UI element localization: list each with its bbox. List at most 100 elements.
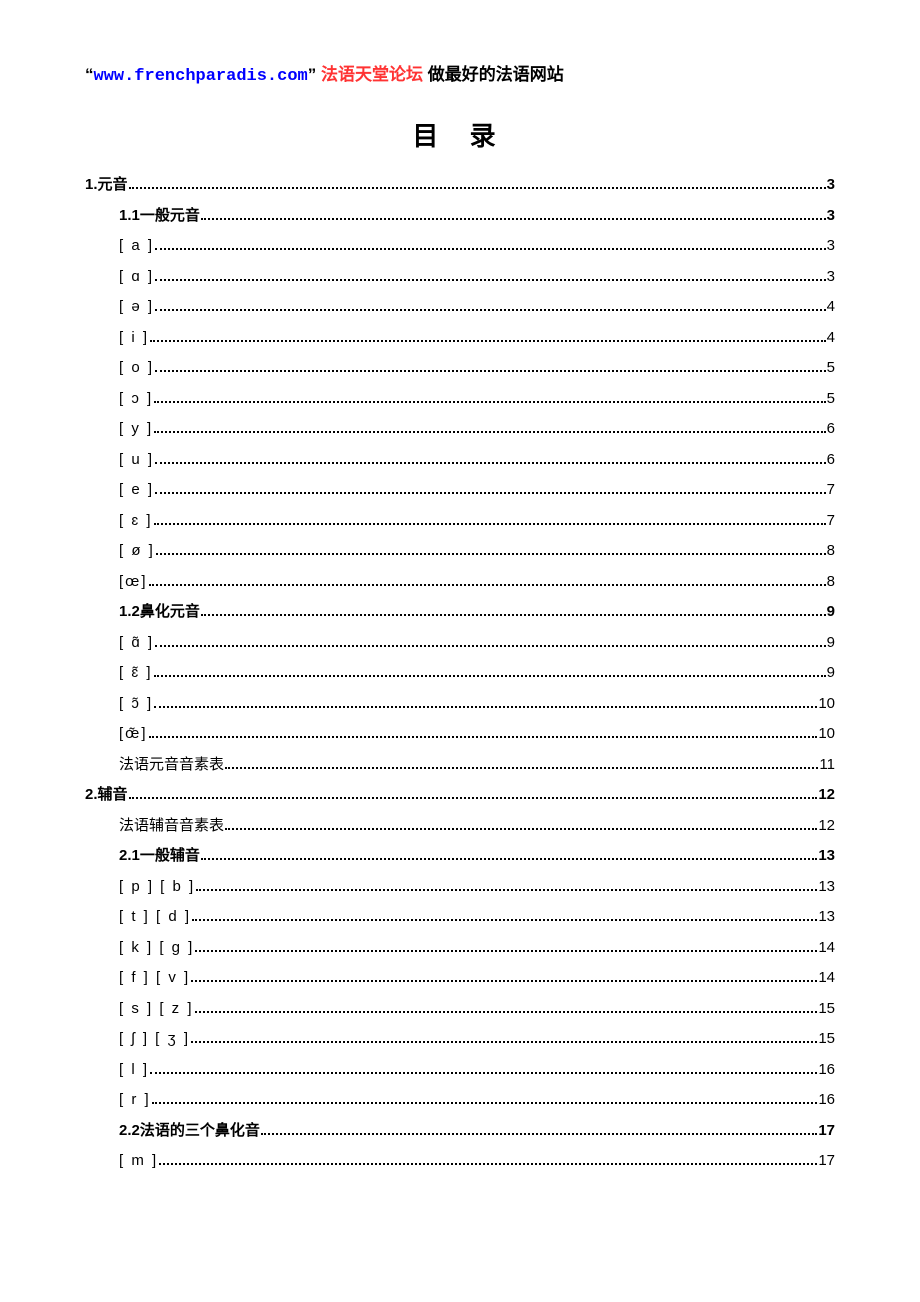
toc-leader-dots — [196, 889, 817, 891]
toc-row: [ ʃ ] [ ʒ ] 15 — [119, 1025, 835, 1054]
toc-page: 12 — [818, 812, 835, 841]
toc-label: [ k ] [ g ] — [119, 934, 194, 963]
toc-row: 法语辅音音素表 12 — [119, 812, 835, 841]
toc-page: 9 — [827, 598, 835, 627]
toc-row: [ ɔ ]5 — [119, 385, 835, 414]
toc-row: [ i ]4 — [119, 324, 835, 353]
toc-label: [ ɔ ] — [119, 385, 153, 414]
toc-leader-dots — [261, 1133, 817, 1135]
toc-leader-dots — [154, 431, 825, 433]
toc-number: 2. — [85, 781, 98, 810]
toc-page: 14 — [818, 934, 835, 963]
toc-leader-dots — [195, 950, 817, 952]
toc-label: [ ʃ ] [ ʒ ] — [119, 1025, 190, 1054]
toc-row: 2.2 法语的三个鼻化音17 — [119, 1117, 835, 1146]
toc-page: 6 — [827, 415, 835, 444]
toc-leader-dots — [154, 706, 817, 708]
toc-page: 8 — [827, 537, 835, 566]
toc-row: [ o ] 5 — [119, 354, 835, 383]
toc-label: 法语的三个鼻化音 — [140, 1117, 260, 1146]
toc-leader-dots — [201, 858, 817, 860]
toc-number: 2.1 — [119, 842, 140, 871]
toc-leader-dots — [152, 1102, 818, 1104]
toc-label: [ y ] — [119, 415, 153, 444]
toc-label: 法语辅音音素表 — [119, 812, 224, 841]
toc-leader-dots — [155, 645, 826, 647]
toc-row: 2. 辅音 12 — [85, 781, 835, 810]
toc-label: [ t ] [ d ] — [119, 903, 191, 932]
toc-label: [ ɑ ] — [119, 263, 154, 292]
toc-label: [ r ] — [119, 1086, 151, 1115]
toc-page: 3 — [827, 232, 835, 261]
toc-row: [ ɛ̃ ]9 — [119, 659, 835, 688]
toc-row: 法语元音音素表11 — [119, 751, 835, 780]
toc-row: 1. 元音3 — [85, 171, 835, 200]
page-header: “www.frenchparadis.com” 法语天堂论坛 做最好的法语网站 — [85, 60, 835, 86]
toc-leader-dots — [225, 828, 817, 830]
toc-row: [ t ] [ d ]13 — [119, 903, 835, 932]
toc-leader-dots — [155, 462, 826, 464]
toc-leader-dots — [149, 736, 818, 738]
toc-label: [ l ] — [119, 1056, 149, 1085]
toc-leader-dots — [156, 553, 826, 555]
toc-label: [ ə ] — [119, 293, 154, 322]
toc-page: 15 — [818, 1025, 835, 1054]
toc-row: [ ɛ ] 7 — [119, 507, 835, 536]
toc-leader-dots — [129, 797, 818, 799]
toc-page: 9 — [827, 659, 835, 688]
toc-label: [ o ] — [119, 354, 154, 383]
toc-label: [ u ] — [119, 446, 154, 475]
site-slogan: 做最好的法语网站 — [428, 65, 564, 84]
toc-label: [ ɛ ] — [119, 507, 153, 536]
toc-row: [ y ] 6 — [119, 415, 835, 444]
toc-leader-dots — [201, 218, 826, 220]
toc-leader-dots — [225, 767, 818, 769]
toc-label: [ s ] [ z ] — [119, 995, 194, 1024]
toc-leader-dots — [195, 1011, 818, 1013]
toc-leader-dots — [154, 523, 826, 525]
toc-label: 一般辅音 — [140, 842, 200, 871]
quote-close: ” — [308, 65, 317, 84]
toc-number: 1.1 — [119, 202, 140, 231]
toc-number: 1.2 — [119, 598, 140, 627]
toc-page: 6 — [827, 446, 835, 475]
toc-label: [ ø ] — [119, 537, 155, 566]
toc-leader-dots — [154, 401, 825, 403]
toc-row: [ ɑ ]3 — [119, 263, 835, 292]
toc-label: 元音 — [98, 171, 128, 200]
toc-row: [œ]8 — [119, 568, 835, 597]
toc-leader-dots — [155, 309, 826, 311]
toc-page: 14 — [818, 964, 835, 993]
toc-row: [ ɔ̃ ]10 — [119, 690, 835, 719]
toc-row: [ ø ] 8 — [119, 537, 835, 566]
toc-row: [ a ] 3 — [119, 232, 835, 261]
toc-leader-dots — [155, 279, 826, 281]
toc-label: [ ɑ̃ ] — [119, 629, 154, 658]
site-url: www.frenchparadis.com — [94, 67, 308, 86]
toc-leader-dots — [154, 675, 826, 677]
toc-label: [œ̃] — [119, 720, 148, 749]
toc-row: 1.1 一般元音 3 — [119, 202, 835, 231]
toc-leader-dots — [150, 340, 826, 342]
toc-row: [ r ]16 — [119, 1086, 835, 1115]
toc-leader-dots — [191, 1041, 817, 1043]
toc-label: [ m ] — [119, 1147, 158, 1176]
toc-leader-dots — [150, 1072, 817, 1074]
toc-page: 5 — [827, 354, 835, 383]
toc-leader-dots — [129, 187, 826, 189]
toc-label: [ a ] — [119, 232, 154, 261]
toc-label: 法语元音音素表 — [119, 751, 224, 780]
toc-page: 7 — [827, 507, 835, 536]
table-of-contents: 1. 元音31.1 一般元音3[ a ]3[ ɑ ]3[ ə ]4[ i ]4[… — [85, 171, 835, 1176]
toc-row: [ k ] [ g ] 14 — [119, 934, 835, 963]
toc-number: 2.2 — [119, 1117, 140, 1146]
toc-page: 3 — [827, 202, 835, 231]
toc-row: [ f ] [ v ]14 — [119, 964, 835, 993]
toc-page: 12 — [818, 781, 835, 810]
toc-leader-dots — [155, 248, 826, 250]
toc-label: [œ] — [119, 568, 148, 597]
toc-label: 辅音 — [98, 781, 128, 810]
toc-label: 一般元音 — [140, 202, 200, 231]
toc-row: [ l ]16 — [119, 1056, 835, 1085]
toc-label: [ ɔ̃ ] — [119, 690, 153, 719]
